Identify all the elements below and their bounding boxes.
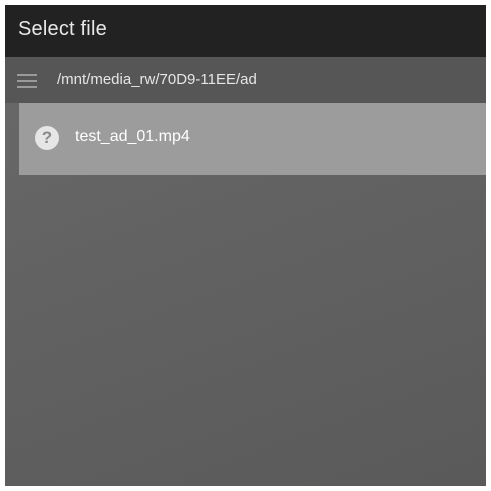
title-bar: Select file [5, 5, 486, 57]
file-list-item[interactable]: ? test_ad_01.mp4 [19, 103, 486, 175]
question-mark-icon: ? [35, 126, 59, 150]
hamburger-menu-icon[interactable] [17, 74, 37, 88]
path-bar: /mnt/media_rw/70D9-11EE/ad [5, 57, 486, 103]
dialog-title: Select file [18, 18, 107, 40]
file-name: test_ad_01.mp4 [75, 128, 190, 145]
file-picker-dialog: Select file /mnt/media_rw/70D9-11EE/ad ?… [5, 5, 486, 486]
current-path: /mnt/media_rw/70D9-11EE/ad [57, 71, 257, 88]
